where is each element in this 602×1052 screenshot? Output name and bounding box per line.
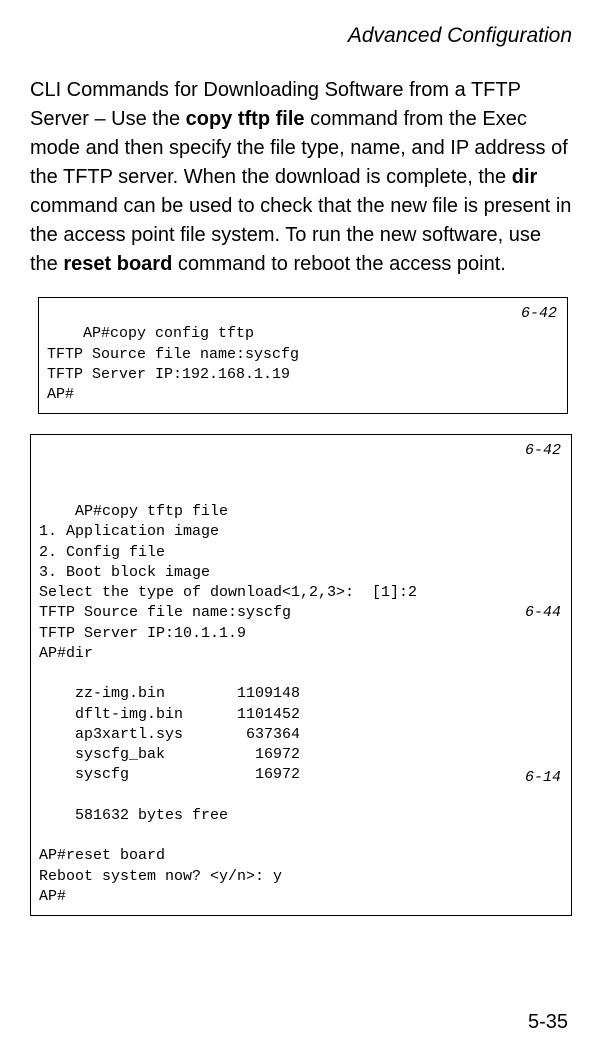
- para-bold-1: copy tftp file: [186, 108, 305, 130]
- code1-line2: TFTP Source file name:syscfg: [47, 346, 299, 363]
- body-paragraph: CLI Commands for Downloading Software fr…: [30, 76, 572, 279]
- code2-line2: 1. Application image: [39, 523, 219, 540]
- page-number: 5-35: [528, 1011, 568, 1034]
- code-block-1: 6-42 AP#copy config tftp TFTP Source file…: [38, 297, 568, 414]
- code2-line8: AP#dir: [39, 645, 93, 662]
- code2-line6: TFTP Source file name:syscfg: [39, 604, 291, 621]
- code2-line20: AP#: [39, 888, 66, 905]
- code-block-2: 6-42 6-44 6-14 AP#copy tftp file 1. Appli…: [30, 434, 572, 916]
- para-text-4: command to reboot the access point.: [172, 253, 506, 275]
- running-header: Advanced Configuration: [30, 24, 572, 48]
- code2-line7: TFTP Server IP:10.1.1.9: [39, 625, 246, 642]
- code1-pageref: 6-42: [521, 304, 557, 324]
- code2-line4: 3. Boot block image: [39, 564, 210, 581]
- code2-line13: syscfg_bak 16972: [39, 746, 300, 763]
- page: Advanced Configuration CLI Commands for …: [0, 0, 602, 1052]
- para-bold-2: dir: [512, 166, 538, 188]
- code1-line3: TFTP Server IP:192.168.1.19: [47, 366, 290, 383]
- code1-line1: AP#copy config tftp: [83, 325, 254, 342]
- code2-line19: Reboot system now? <y/n>: y: [39, 868, 282, 885]
- code2-pageref-c: 6-14: [525, 768, 561, 788]
- code2-line14: syscfg 16972: [39, 766, 300, 783]
- code2-line16: 581632 bytes free: [39, 807, 228, 824]
- para-bold-3: reset board: [63, 253, 172, 275]
- code2-pageref-b: 6-44: [525, 603, 561, 623]
- code2-line12: ap3xartl.sys 637364: [39, 726, 300, 743]
- code2-line1: AP#copy tftp file: [75, 503, 228, 520]
- code2-pageref-a: 6-42: [525, 441, 561, 461]
- code1-line4: AP#: [47, 386, 74, 403]
- code2-line11: dflt-img.bin 1101452: [39, 706, 300, 723]
- code2-line5: Select the type of download<1,2,3>: [1]:…: [39, 584, 417, 601]
- code2-line3: 2. Config file: [39, 544, 165, 561]
- code2-line10: zz-img.bin 1109148: [39, 685, 300, 702]
- code2-line18: AP#reset board: [39, 847, 165, 864]
